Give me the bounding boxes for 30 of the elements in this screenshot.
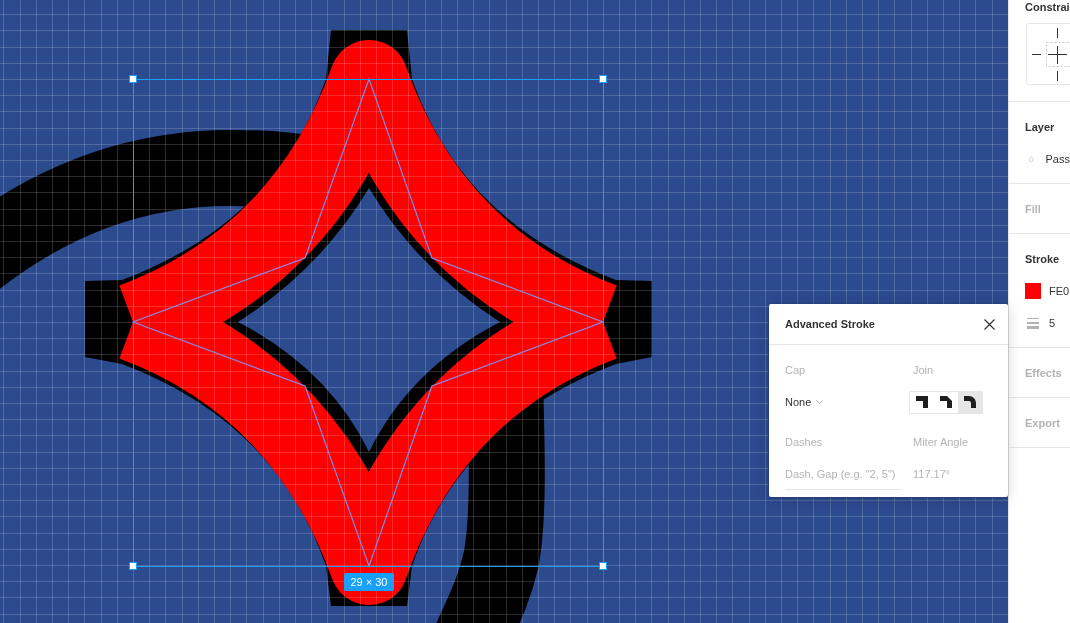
miter-join-icon (916, 396, 928, 408)
close-icon (983, 318, 995, 330)
hex-value[interactable]: FE0 (1049, 285, 1070, 297)
selection-handle[interactable] (599, 562, 607, 570)
section-title: Effects (1025, 366, 1063, 381)
section-title: Layer (1025, 120, 1056, 135)
section-title: Stroke (1025, 252, 1061, 267)
drop-icon (1029, 154, 1034, 164)
selection-handle[interactable] (129, 562, 137, 570)
color-swatch[interactable] (1025, 283, 1041, 299)
stroke-weight-icon (1027, 317, 1039, 329)
selection-handle[interactable] (129, 75, 137, 83)
arc-shape[interactable] (0, 130, 545, 623)
join-option[interactable] (958, 391, 982, 413)
field-label: Join (913, 363, 935, 378)
size-label: 29 × 30 (344, 573, 394, 591)
section-title: Constrai (1025, 0, 1070, 14)
stroke-weight-value[interactable]: 5 (1049, 317, 1056, 329)
caret-icon (816, 400, 824, 404)
popup-title: Advanced Stroke (785, 318, 875, 330)
section-title: Export (1025, 416, 1061, 431)
bevel-join-icon (940, 396, 952, 408)
blend-mode-value[interactable]: Pass (1045, 153, 1070, 165)
field-label: Dashes (785, 435, 824, 450)
cap-dropdown[interactable]: None (785, 392, 824, 412)
round-join-icon (964, 396, 976, 408)
section-title: Fill (1025, 202, 1042, 217)
field-label: Cap (785, 363, 807, 378)
selection-handle[interactable] (599, 75, 607, 83)
field-label: Miter Angle (913, 435, 970, 450)
